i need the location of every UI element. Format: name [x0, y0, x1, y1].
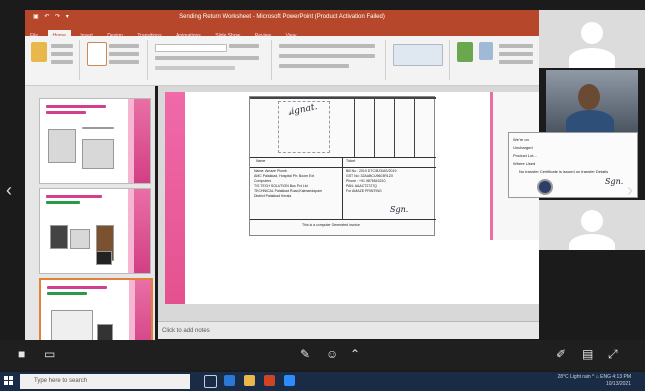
window-title: Sending Return Worksheet - Microsoft Pow…: [179, 14, 385, 20]
presenter-avatar: [578, 84, 600, 110]
participant-video-2[interactable]: [539, 200, 645, 250]
task-view-icon[interactable]: [204, 375, 217, 388]
reactions-icon[interactable]: ☺: [326, 347, 338, 361]
slide-pink-accent: [165, 92, 185, 304]
stamp-box: [278, 101, 330, 153]
zoom-taskbar-icon[interactable]: [284, 375, 295, 386]
share-icon[interactable]: ⌃: [350, 347, 360, 361]
participant-video-presenter[interactable]: [546, 70, 638, 132]
next-arrow-icon[interactable]: ›: [627, 180, 633, 201]
slide-thumbnails-pane: 1 2 3: [25, 86, 155, 358]
share-line-3: Product Lot...: [513, 153, 537, 158]
drawing-group: [389, 40, 450, 80]
share-line-2: Uncharged: [513, 145, 533, 150]
invoice-billing-details: Bill No : 2019 DTC/BJ3/AS/2019 GST No: 3…: [346, 169, 397, 193]
font-group: [151, 40, 272, 80]
arrange-group: [453, 40, 537, 80]
annotate-icon[interactable]: ✎: [300, 347, 310, 361]
expand-icon[interactable]: ⤢: [608, 347, 618, 362]
title-bar: ▣ ↶ ↷ ▾ Sending Return Worksheet - Micro…: [25, 10, 539, 24]
tray-status[interactable]: 28°C Light rain ^ ⌂ ENG: [557, 374, 611, 380]
slide-thumbnail-1[interactable]: 1: [39, 98, 151, 184]
invoice-header-ticket: Ticket: [346, 159, 356, 163]
share-line-1: We're on: [513, 137, 529, 142]
shared-screen-panel: We're on Uncharged Product Lot... Where …: [508, 132, 638, 198]
avatar-placeholder-icon: [581, 22, 603, 44]
paragraph-group: [275, 40, 386, 80]
share-line-4: Where Used: [513, 161, 536, 166]
taskbar-search-input[interactable]: Type here to search: [20, 374, 190, 389]
arrange-icon[interactable]: [457, 42, 473, 62]
file-explorer-icon[interactable]: [244, 375, 255, 386]
participant-video-1[interactable]: [539, 10, 645, 68]
tray-date: 10/13/2021: [605, 381, 631, 387]
clipboard-group: [27, 40, 80, 80]
notes-pane[interactable]: Click to add notes: [158, 321, 539, 339]
windows-start-icon[interactable]: [4, 376, 14, 386]
avatar-placeholder-icon: [581, 210, 603, 232]
camera-icon[interactable]: ▭: [44, 347, 55, 361]
previous-arrow-icon[interactable]: ‹: [6, 180, 12, 201]
meeting-controls-bar: ■ ▭ ✎ ☺ ⌃ ✐ ▤ ⤢: [0, 340, 645, 370]
seal-icon: [537, 179, 553, 195]
share-line-5: No transfer Certificate is issued on tra…: [519, 169, 609, 174]
paste-icon[interactable]: [31, 42, 47, 62]
ribbon: [25, 36, 539, 86]
slide-thumbnail-2[interactable]: 2: [39, 188, 151, 274]
ribbon-tabs: File Home Insert Design Transitions Anim…: [25, 24, 539, 42]
powerpoint-taskbar-icon[interactable]: [264, 375, 275, 386]
authorized-signature: Sgn.: [390, 205, 409, 214]
mic-icon[interactable]: ■: [18, 347, 25, 361]
chat-icon[interactable]: ▤: [582, 347, 593, 361]
pen-icon[interactable]: ✐: [556, 347, 566, 361]
slides-group: [83, 40, 148, 80]
invoice-customer-details: Name: Amaze Plumb AMC Palakkad, Hospital…: [254, 169, 322, 198]
system-tray: 28°C Light rain ^ ⌂ ENG 4:13 PM 10/13/20…: [557, 374, 631, 388]
edge-icon[interactable]: [224, 375, 235, 386]
tray-time[interactable]: 4:13 PM: [612, 374, 631, 380]
quick-styles-icon[interactable]: [479, 42, 493, 60]
invoice-footer: This is a computer Generated invoice: [302, 223, 360, 227]
invoice-image[interactable]: 𝓈ignat. Name Ticket Name: Amaze Plumb AM…: [249, 96, 436, 236]
new-slide-icon[interactable]: [87, 42, 107, 66]
share-signature: Sgn.: [605, 177, 624, 186]
invoice-header-name: Name: [256, 159, 266, 163]
